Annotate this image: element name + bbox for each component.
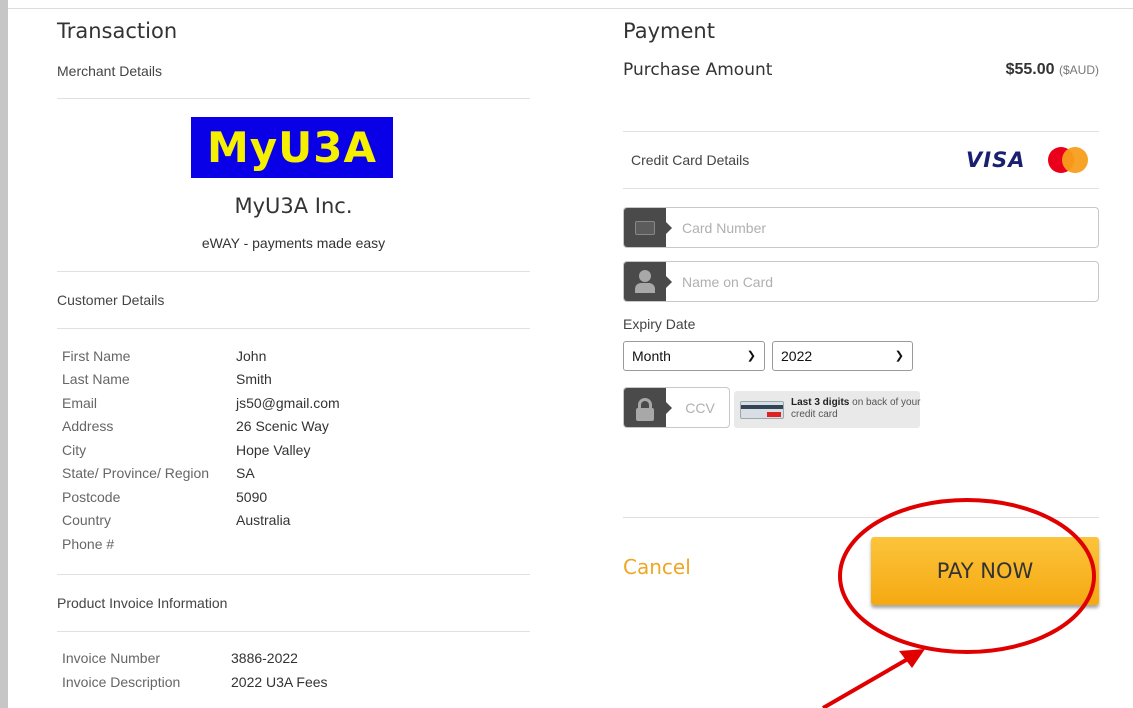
merchant-details-label: Merchant Details [57,63,163,79]
country-value: Australia [236,512,291,528]
expiry-month-select[interactable]: Month ❯ [623,341,765,371]
ccv-hint: Last 3 digits on back of your credit car… [734,391,921,428]
field-key: State/ Province/ Region [62,465,210,481]
left-edge-bar [0,0,8,708]
expiry-year-value: 2022 [781,348,813,364]
payment-panel: Payment Purchase Amount $55.00 ($AUD) Cr… [623,0,1099,708]
product-invoice-label: Product Invoice Information [57,595,228,611]
invoice-description-value: 2022 U3A Fees [231,674,328,690]
chevron-down-icon: ❯ [894,350,904,362]
divider [57,574,530,575]
purchase-amount: $55.00 ($AUD) [1006,61,1099,79]
divider [57,98,530,99]
address-value: 26 Scenic Way [236,418,329,434]
divider [623,131,1099,132]
card-number-input[interactable] [682,208,1094,247]
pay-now-button[interactable]: PAY NOW [871,537,1099,605]
first-name-value: John [236,348,267,364]
field-key: City [62,442,87,458]
field-key: First Name [62,348,131,364]
amount-value: $55.00 [1005,61,1055,78]
card-number-field [623,207,1099,248]
field-key: Country [62,512,112,528]
divider [623,517,1099,518]
merchant-logo: MyU3A [191,117,393,178]
payment-heading: Payment [623,19,715,43]
transaction-panel: Transaction Merchant Details MyU3A MyU3A… [57,0,530,708]
ccv-input[interactable] [674,388,726,427]
visa-logo: VISA [966,148,1026,172]
customer-details-label: Customer Details [57,292,165,308]
email-value: js50@gmail.com [236,395,340,411]
city-value: Hope Valley [236,442,311,458]
merchant-logo-text: MyU3A [206,123,377,172]
expiry-year-select[interactable]: 2022 ❯ [772,341,913,371]
divider [57,631,530,632]
lock-icon [624,388,672,427]
card-back-icon [740,401,784,419]
field-key: Phone # [62,536,115,552]
field-key: Address [62,418,114,434]
divider [623,188,1099,189]
merchant-tagline: eWAY - payments made easy [201,235,386,251]
divider [57,271,530,272]
field-key: Invoice Number [62,650,161,666]
mastercard-logo [1048,147,1088,175]
field-key: Email [62,395,98,411]
expiry-month-value: Month [632,348,671,364]
transaction-heading: Transaction [57,19,178,43]
mastercard-orange-circle [1062,147,1088,173]
currency-code: ($AUD) [1058,63,1099,77]
ccv-hint-text: Last 3 digits on back of your credit car… [791,397,921,420]
user-icon [624,262,672,301]
name-on-card-field [623,261,1099,302]
name-on-card-input[interactable] [682,262,1094,301]
expiry-date-label: Expiry Date [623,316,696,332]
field-key: Invoice Description [62,674,181,690]
field-key: Postcode [62,489,121,505]
state-value: SA [236,465,255,481]
cancel-link[interactable]: Cancel [623,555,691,579]
ccv-field [623,387,730,428]
merchant-name: MyU3A Inc. [234,194,353,218]
invoice-number-value: 3886-2022 [231,650,298,666]
divider [57,328,530,329]
purchase-amount-label: Purchase Amount [623,60,773,80]
credit-card-details-label: Credit Card Details [631,152,750,168]
credit-card-icon [624,208,672,247]
field-key: Last Name [62,371,130,387]
postcode-value: 5090 [236,489,268,505]
last-name-value: Smith [236,371,272,387]
chevron-down-icon: ❯ [746,350,756,362]
